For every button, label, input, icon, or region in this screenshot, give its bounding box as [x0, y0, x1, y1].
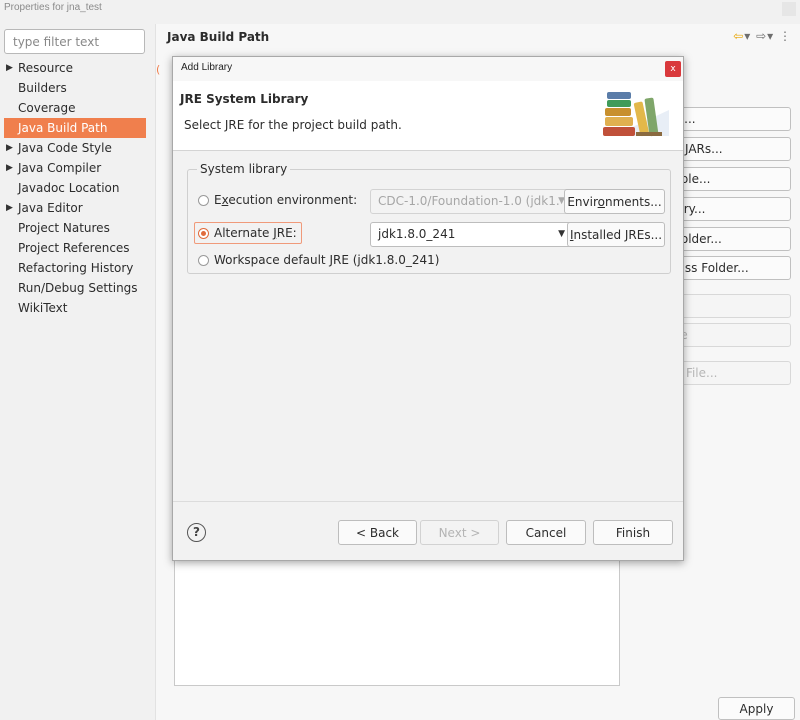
forward-dropdown-icon[interactable]: ▾	[767, 29, 774, 43]
tree-item-javadoc-location[interactable]: Javadoc Location	[4, 178, 146, 198]
footer-divider	[173, 501, 683, 502]
group-label: System library	[197, 162, 291, 176]
library-books-icon	[603, 92, 669, 137]
window-title: Properties for jna_test	[4, 2, 102, 13]
tree-item-resource[interactable]: ▶ Resource	[4, 58, 146, 78]
radio-execution-environment[interactable]: Execution environment:	[198, 190, 357, 210]
view-menu-icon[interactable]: ⋮	[779, 29, 792, 43]
execution-environment-combo[interactable]: CDC-1.0/Foundation-1.0 (jdk1. ▼	[370, 189, 573, 214]
add-library-dialog: Add Library x JRE System Library Select …	[172, 56, 684, 561]
dialog-subtitle: Select JRE for the project build path.	[184, 118, 402, 132]
dialog-header: JRE System Library Select JRE for the pr…	[173, 81, 683, 151]
expand-triangle-icon[interactable]: ▶	[6, 138, 13, 158]
expand-triangle-icon[interactable]: ▶	[6, 198, 13, 218]
tree-item-java-editor[interactable]: ▶ Java Editor	[4, 198, 146, 218]
tree-item-label: Project Natures	[18, 221, 110, 235]
dialog-title: Add Library	[181, 62, 233, 73]
next-button[interactable]: Next >	[420, 520, 499, 545]
radio-alternate-jre[interactable]: Alternate JRE:	[194, 222, 302, 244]
forward-arrow-icon[interactable]: ⇨	[756, 29, 767, 43]
combo-value: CDC-1.0/Foundation-1.0 (jdk1.	[378, 194, 560, 208]
tree-item-label: Javadoc Location	[18, 181, 120, 195]
tree-item-coverage[interactable]: Coverage	[4, 98, 146, 118]
tree-item-java-build-path[interactable]: Java Build Path	[4, 118, 146, 138]
back-dropdown-icon[interactable]: ▾	[744, 29, 751, 43]
tree-item-label: Project References	[18, 241, 130, 255]
window-close-button[interactable]	[782, 2, 796, 16]
radio-unchecked-icon[interactable]	[198, 194, 209, 206]
system-library-group: System library Execution environment: Al…	[187, 162, 671, 274]
tree-item-run-debug-settings[interactable]: Run/Debug Settings	[4, 278, 146, 298]
focus-outline: Alternate JRE:	[194, 222, 302, 244]
tree-item-label: WikiText	[18, 301, 68, 315]
tree-item-label: Refactoring History	[18, 261, 134, 275]
radio-unchecked-icon[interactable]	[198, 254, 209, 266]
finish-button[interactable]: Finish	[593, 520, 673, 545]
help-icon[interactable]: ?	[187, 523, 206, 542]
tree-item-label: Java Code Style	[18, 141, 112, 155]
apply-button[interactable]: Apply	[718, 697, 795, 720]
tree-item-builders[interactable]: Builders	[4, 78, 146, 98]
radio-checked-icon[interactable]	[198, 227, 209, 239]
tree-item-label: Builders	[18, 81, 67, 95]
tree-item-project-natures[interactable]: Project Natures	[4, 218, 146, 238]
environments-button[interactable]: Environments...	[564, 189, 665, 214]
radio-label: Alternate JRE:	[214, 226, 297, 240]
tree-item-refactoring-history[interactable]: Refactoring History	[4, 258, 146, 278]
expand-triangle-icon[interactable]: ▶	[6, 58, 13, 78]
filter-input[interactable]	[4, 29, 145, 54]
dialog-close-button[interactable]: x	[665, 61, 681, 77]
tree-item-label: Java Editor	[18, 201, 83, 215]
chevron-down-icon: ▼	[558, 229, 565, 239]
alternate-jre-combo[interactable]: jdk1.8.0_241 ▼	[370, 222, 573, 247]
tree-item-label: Java Build Path	[18, 121, 108, 135]
tree-item-wikitext[interactable]: WikiText	[4, 298, 146, 318]
property-page-tree: ▶ Resource Builders Coverage Java Build P…	[4, 58, 146, 318]
combo-value: jdk1.8.0_241	[378, 227, 456, 241]
tree-item-label: Coverage	[18, 101, 76, 115]
dialog-titlebar[interactable]: Add Library x	[173, 57, 683, 81]
page-title: Java Build Path	[167, 30, 270, 44]
back-arrow-icon[interactable]: ⇦	[733, 29, 744, 43]
tree-item-label: Java Compiler	[18, 161, 102, 175]
radio-label: Workspace default JRE (jdk1.8.0_241)	[214, 253, 440, 267]
cancel-button[interactable]: Cancel	[506, 520, 586, 545]
tree-item-project-references[interactable]: Project References	[4, 238, 146, 258]
expand-triangle-icon[interactable]: ▶	[6, 158, 13, 178]
tree-item-java-compiler[interactable]: ▶ Java Compiler	[4, 158, 146, 178]
tree-item-label: Resource	[18, 61, 74, 75]
back-button[interactable]: < Back	[338, 520, 417, 545]
tree-item-label: Run/Debug Settings	[18, 281, 138, 295]
tree-item-java-code-style[interactable]: ▶ Java Code Style	[4, 138, 146, 158]
installed-jres-button[interactable]: Installed JREs...	[567, 222, 665, 247]
radio-workspace-default[interactable]: Workspace default JRE (jdk1.8.0_241)	[198, 250, 439, 270]
dialog-heading: JRE System Library	[180, 92, 309, 106]
history-navigation: ⇦▾ ⇨▾ ⋮	[733, 29, 792, 43]
radio-label: Execution environment:	[214, 193, 358, 207]
